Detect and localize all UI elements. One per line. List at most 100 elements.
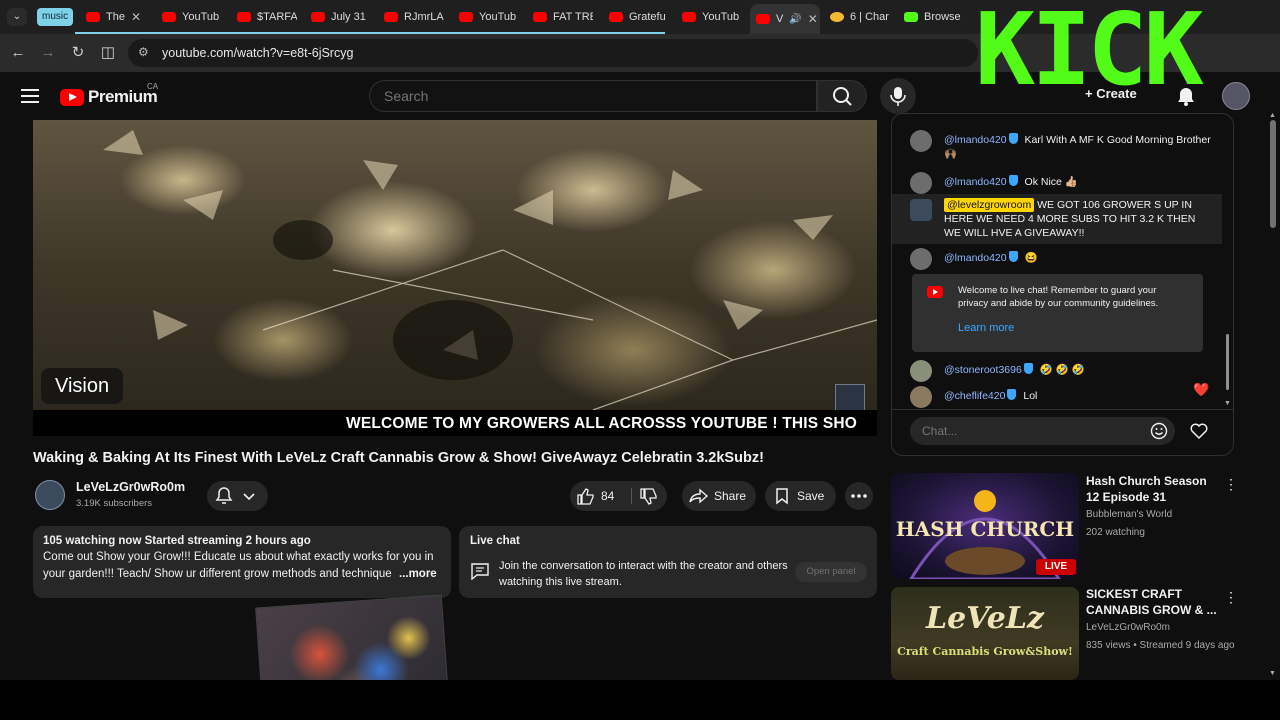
forward-arrow-icon[interactable]: →	[38, 43, 58, 63]
show-more-link[interactable]: ...more	[399, 568, 437, 580]
tab-search-button[interactable]: ⌄	[7, 8, 27, 26]
live-chat-card: Live chat Join the conversation to inter…	[459, 526, 877, 598]
reload-icon[interactable]: ↻	[68, 43, 88, 63]
chat-avatar[interactable]	[910, 130, 932, 152]
emoji-icon[interactable]	[1150, 422, 1168, 440]
chat-author[interactable]: @levelzgrowroom	[944, 198, 1035, 212]
verified-badge-icon	[1008, 175, 1018, 186]
video-player[interactable]	[33, 120, 877, 410]
chat-text: Lol	[1023, 390, 1038, 402]
browser-tab[interactable]: YouTub	[162, 5, 220, 29]
more-vert-icon[interactable]: ⋮	[1224, 589, 1238, 606]
chat-scrollbar[interactable]	[1226, 334, 1229, 390]
country-code: CA	[147, 82, 159, 91]
recommendation-title[interactable]: Hash Church Season 12 Episode 31	[1086, 473, 1221, 505]
chat-message-owner: @levelzgrowroom WE GOT 106 GROWER S UP I…	[892, 194, 1222, 244]
youtube-premium-logo[interactable]: Premium CA	[60, 82, 158, 107]
page-scrollbar[interactable]	[1270, 120, 1276, 228]
audio-playing-icon[interactable]: 🔊	[789, 14, 801, 25]
video-ticker: WELCOME TO MY GROWERS ALL ACROSSS YOUTUB…	[33, 410, 877, 436]
share-button[interactable]: Share	[682, 481, 756, 511]
heart-react-button[interactable]	[1188, 420, 1210, 442]
recommendation-info[interactable]: SICKEST CRAFT CANNABIS GROW & ... LeVeLz…	[1086, 586, 1235, 654]
open-panel-button[interactable]: Open panel	[795, 562, 867, 582]
chat-avatar[interactable]	[910, 172, 932, 194]
video-overlay-tag: Vision	[41, 368, 124, 404]
back-arrow-icon[interactable]: ←	[8, 43, 28, 63]
browser-tab[interactable]: Gratefu	[609, 5, 665, 29]
welcome-banner: Welcome to live chat! Remember to guard …	[912, 274, 1203, 352]
channel-name[interactable]: LeVeLzGr0wRo0m	[76, 480, 185, 494]
voice-search-button[interactable]	[880, 78, 916, 114]
youtube-icon	[927, 286, 943, 298]
menu-icon[interactable]	[21, 89, 39, 103]
recommendation-thumbnail[interactable]: LeVeLz Craft Cannabis Grow&Show!	[891, 587, 1079, 680]
recommendation-channel[interactable]: LeVeLzGr0wRo0m	[1086, 620, 1221, 636]
recommendation-info[interactable]: Hash Church Season 12 Episode 31 Bubblem…	[1086, 473, 1221, 541]
browser-tab[interactable]: YouTub	[682, 5, 740, 29]
youtube-favicon-icon	[237, 12, 251, 22]
youtube-favicon-icon	[86, 12, 100, 22]
chat-avatar[interactable]	[910, 199, 932, 221]
scroll-down-icon[interactable]: ▼	[1269, 670, 1276, 677]
chat-input[interactable]	[910, 417, 1175, 445]
chat-author[interactable]: @stoneroot3696	[944, 364, 1022, 376]
recommendation-channel[interactable]: Bubbleman's World	[1086, 507, 1221, 523]
chat-author[interactable]: @cheflife420	[944, 390, 1005, 402]
taskbar-area	[0, 680, 1280, 720]
browser-tab[interactable]: FAT TRE	[533, 5, 593, 29]
chat-scroll-down-icon[interactable]: ▼	[1224, 400, 1231, 407]
chat-author[interactable]: @lmando420	[944, 252, 1007, 264]
split-view-icon[interactable]: ◫	[98, 43, 118, 63]
channel-avatar[interactable]	[35, 480, 65, 510]
browser-tab[interactable]: RJmrLA	[384, 5, 444, 29]
recommendation-title[interactable]: SICKEST CRAFT CANNABIS GROW & ...	[1086, 586, 1221, 618]
verified-badge-icon	[1023, 363, 1033, 374]
search-box[interactable]	[369, 80, 817, 112]
channel-watermark[interactable]	[835, 384, 865, 412]
microphone-icon	[890, 87, 906, 106]
browser-tab[interactable]: July 31	[311, 5, 369, 29]
chat-avatar[interactable]	[910, 248, 932, 270]
scroll-up-icon[interactable]: ▲	[1269, 112, 1276, 119]
description-box[interactable]: 105 watching now Started streaming 2 hou…	[33, 526, 451, 598]
tab-group-music[interactable]: music	[37, 8, 74, 26]
address-bar[interactable]: ⚙ youtube.com/watch?v=e8t-6jSrcyg	[128, 39, 978, 67]
more-actions-button[interactable]	[845, 482, 873, 510]
share-arrow-icon	[689, 488, 709, 504]
learn-more-link[interactable]: Learn more	[958, 322, 1014, 334]
chat-avatar[interactable]	[910, 360, 932, 382]
browser-tab[interactable]: 6 | Char	[830, 5, 890, 29]
browser-tab[interactable]: $TARFA	[237, 5, 297, 29]
site-info-icon[interactable]: ⚙	[138, 45, 149, 59]
like-count[interactable]: 84	[601, 489, 614, 503]
chat-author[interactable]: @lmando420	[944, 134, 1007, 146]
browser-tab[interactable]: Browse	[904, 5, 964, 29]
live-chat-card-text: Join the conversation to interact with t…	[499, 560, 788, 588]
chat-author[interactable]: @lmando420	[944, 176, 1007, 188]
thumbs-up-icon[interactable]	[576, 487, 596, 505]
chat-text: 🤣 🤣 🤣	[1039, 364, 1085, 376]
live-chat-panel: @lmando420 Karl With A MF K Good Morning…	[891, 113, 1234, 456]
close-tab-icon[interactable]: ✕	[131, 10, 141, 24]
browser-tab[interactable]: YouTub	[459, 5, 517, 29]
browser-tab[interactable]: The ✕	[86, 5, 148, 29]
live-chat-card-title: Live chat	[470, 535, 520, 547]
thumbs-down-icon[interactable]	[639, 487, 659, 505]
chat-avatar[interactable]	[910, 386, 932, 408]
search-button[interactable]	[817, 80, 867, 112]
search-input[interactable]	[370, 81, 816, 111]
kick-favicon-icon	[904, 12, 918, 22]
more-vert-icon[interactable]: ⋮	[1224, 476, 1238, 493]
url-text: youtube.com/watch?v=e8t-6jSrcyg	[162, 46, 354, 60]
heart-icon	[1190, 423, 1208, 440]
verified-badge-icon	[1008, 133, 1018, 144]
save-button[interactable]: Save	[765, 481, 836, 511]
stream-stats: 105 watching now Started streaming 2 hou…	[43, 535, 311, 547]
youtube-favicon-icon	[459, 12, 473, 22]
youtube-favicon-icon	[162, 12, 176, 22]
chat-message: @lmando420 Karl With A MF K Good Morning…	[892, 130, 1222, 166]
browser-tab-active[interactable]: V 🔊 ✕	[750, 4, 820, 34]
close-tab-icon[interactable]: ✕	[808, 12, 818, 26]
notification-settings-button[interactable]	[207, 481, 268, 511]
